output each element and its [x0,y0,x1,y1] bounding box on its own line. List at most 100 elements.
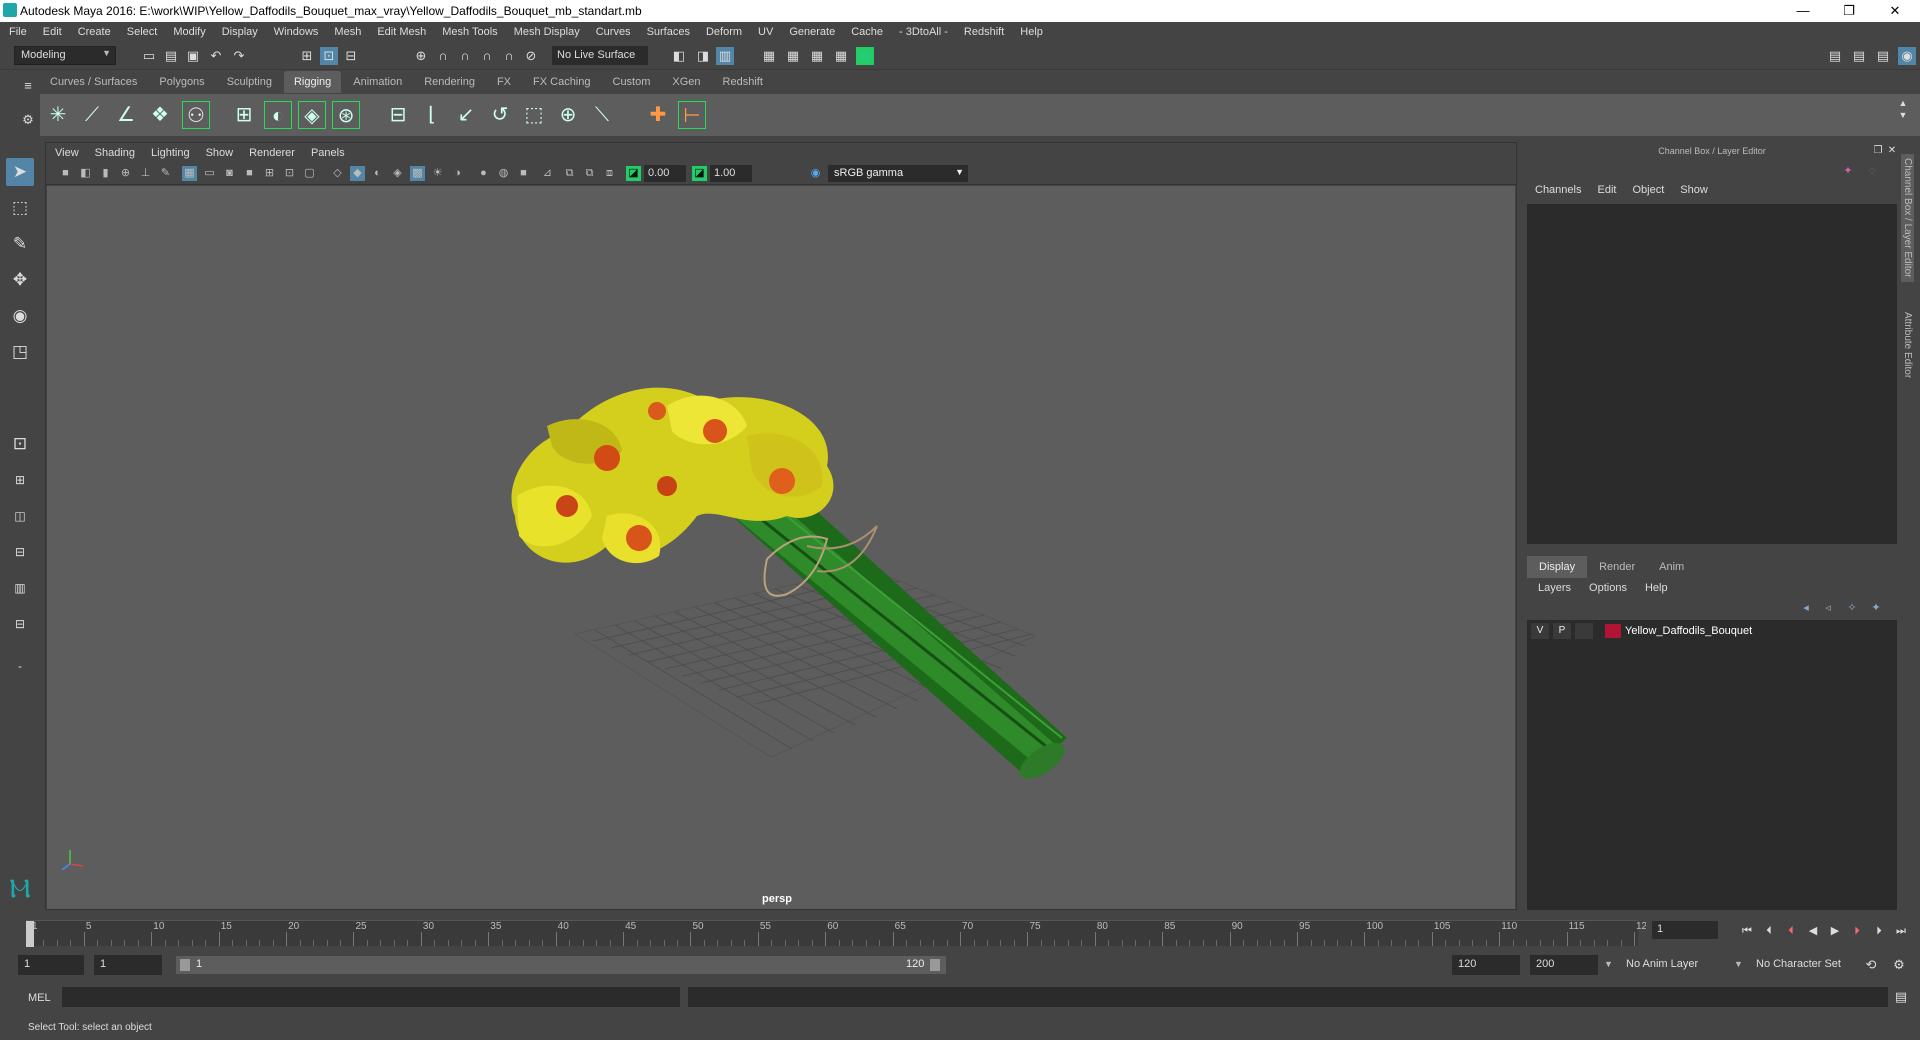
layer-playback-toggle[interactable]: P [1553,623,1571,639]
hypershade-icon[interactable]: ◎ [856,47,874,65]
camera-select-icon[interactable]: ■ [58,166,73,181]
mode-select[interactable]: Modeling ▼ [14,46,116,65]
xray-joints-icon[interactable]: ⧉ [582,166,597,181]
workspace-icon[interactable]: ▤ [1826,47,1844,65]
cb-menu-object[interactable]: Object [1624,184,1672,196]
layer-row[interactable]: V P Yellow_Daffodils_Bouquet [1529,622,1895,640]
restore-button[interactable]: ❐ [1826,0,1872,22]
exposure-field[interactable]: 0.00 [644,165,686,182]
paint-select-tool-icon[interactable]: ✎ [6,230,34,258]
go-to-end-icon[interactable]: ⏭ [1892,923,1910,939]
new-layer-selected-icon[interactable]: ✦ [1867,599,1885,617]
undo-icon[interactable]: ↶ [207,47,225,65]
menu-surfaces[interactable]: Surfaces [638,22,697,38]
tab-render[interactable]: Render [1587,556,1647,578]
smooth-shade-icon[interactable]: ◆ [350,166,365,181]
snap-view-plane-icon[interactable]: ∩ [478,47,496,65]
screen-space-ao-icon[interactable]: ● [476,166,491,181]
current-time-marker[interactable] [26,921,34,947]
manipulator-icon[interactable]: ✦ [1839,162,1857,180]
cluster-handle-icon[interactable]: ⊢ [678,101,706,129]
playback-start-field[interactable]: 1 [94,955,162,975]
step-forward-frame-icon[interactable]: ⏵ [1848,923,1866,939]
move-layer-up-icon[interactable]: ◂ [1797,599,1815,617]
grease-pencil-icon[interactable]: ✎ [158,166,173,181]
gamma-icon[interactable]: ◪ [692,166,707,181]
bind-skin-icon[interactable]: ⊞ [230,101,258,129]
color-management-icon[interactable]: ◉ [808,166,823,181]
menu-edit[interactable]: Edit [34,22,69,38]
live-surface-field[interactable]: No Live Surface [552,46,648,65]
attribute-editor-toggle-icon[interactable]: ▤ [1874,47,1892,65]
range-start-handle[interactable] [180,959,190,971]
menu-mesh-tools[interactable]: Mesh Tools [433,22,504,38]
time-slider[interactable]: 1 5 10 15 20 25 30 35 40 45 50 55 60 65 70 75 80 85 90 95 10… [18,912,1653,948]
layer-reference-toggle[interactable] [1575,623,1593,639]
panel-menu-shading[interactable]: Shading [86,143,142,159]
mel-input[interactable] [62,987,680,1007]
isolate-select-icon[interactable]: ⊿ [540,166,555,181]
minimize-button[interactable]: — [1780,0,1826,22]
new-scene-icon[interactable]: ▭ [140,47,158,65]
layer-name[interactable]: Yellow_Daffodils_Bouquet [1625,625,1752,637]
shelf-scroll-down-icon[interactable]: ▼ [1894,106,1912,124]
playback-end-field[interactable]: 120 [1452,955,1520,975]
cluster-icon[interactable]: ⊛ [332,101,360,129]
wireframe-on-shaded-icon[interactable]: ◈ [390,166,405,181]
close-button[interactable]: ✕ [1872,0,1918,22]
panel-menu-lighting[interactable]: Lighting [142,143,197,159]
play-backwards-icon[interactable]: ◀ [1804,923,1822,939]
side-by-side-icon[interactable]: ◫ [6,502,34,530]
tab-polygons[interactable]: Polygons [149,71,214,93]
field-chart-icon[interactable]: ⊞ [262,166,277,181]
menu-mesh-display[interactable]: Mesh Display [505,22,587,38]
2d-pan-zoom-icon[interactable]: ⊥ [138,166,153,181]
step-back-key-icon[interactable]: ⏴ [1760,923,1778,939]
script-editor-icon[interactable]: ▤ [1892,988,1910,1006]
menu-deform[interactable]: Deform [697,22,749,38]
locator-icon[interactable]: ✚ [644,101,672,129]
input-ops-icon[interactable]: ◧ [670,47,688,65]
resolution-gate-icon[interactable]: ◙ [222,166,237,181]
joint-tool-icon[interactable]: ✳ [44,101,72,129]
ik-spline-icon[interactable]: ∠ [112,101,140,129]
menu-generate[interactable]: Generate [780,22,842,38]
persp-graph-icon[interactable]: ▥ [6,574,34,602]
orient-constraint-icon[interactable]: ↺ [486,101,514,129]
le-menu-options[interactable]: Options [1578,578,1634,594]
new-empty-layer-icon[interactable]: ✧ [1843,599,1861,617]
lasso-tool-icon[interactable]: ⬚ [6,194,34,222]
quick-rig-icon[interactable]: ⚇ [182,101,210,129]
snap-grid-icon[interactable]: ⊕ [412,47,430,65]
channel-box-toggle-icon[interactable]: ◉ [1898,47,1916,65]
menu-file[interactable]: File [0,22,34,38]
play-forwards-icon[interactable]: ▶ [1826,923,1844,939]
range-slider[interactable]: 1 120 [176,956,946,974]
ipr-render-icon[interactable]: ▦ [808,47,826,65]
xray-icon[interactable]: ⧉ [562,166,577,181]
save-scene-icon[interactable]: ▣ [184,47,202,65]
ik-handle-icon[interactable]: ⟋ [78,101,106,129]
tab-rendering[interactable]: Rendering [414,71,485,93]
tab-animation[interactable]: Animation [343,71,412,93]
menu-edit-mesh[interactable]: Edit Mesh [368,22,433,38]
tab-rigging[interactable]: Rigging [283,71,342,93]
rotate-tool-icon[interactable]: ◉ [6,302,34,330]
side-tab-channel-box[interactable]: Channel Box / Layer Editor [1901,154,1914,282]
view-transform-select[interactable]: sRGB gamma ▼ [828,165,968,182]
panel-menu-renderer[interactable]: Renderer [240,143,302,159]
tab-xgen[interactable]: XGen [662,71,710,93]
open-scene-icon[interactable]: ▤ [162,47,180,65]
auto-key-icon[interactable]: ⟲ [1862,956,1880,974]
persp-hypershade-icon[interactable]: ⊟ [6,610,34,638]
modeling-toolkit-icon[interactable]: ▤ [1850,47,1868,65]
wireframe-icon[interactable]: ◇ [330,166,345,181]
layer-visibility-toggle[interactable]: V [1531,623,1549,639]
menu-redshift[interactable]: Redshift [955,22,1011,38]
render-view-icon[interactable]: ▦ [760,47,778,65]
motion-blur-icon[interactable]: ◍ [496,166,511,181]
more-layouts-icon[interactable]: - [6,652,34,680]
menu-3dtoall[interactable]: - 3DtoAll - [890,22,955,38]
mel-label[interactable]: MEL [28,992,51,1004]
3d-viewport[interactable]: persp [47,186,1515,909]
